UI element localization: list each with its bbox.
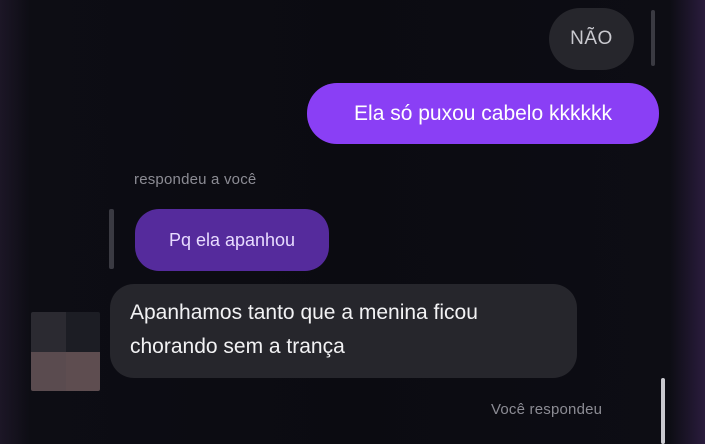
quoted-message[interactable]: Pq ela apanhou xyxy=(135,209,329,271)
sent-message[interactable]: Ela só puxou cabelo kkkkkk xyxy=(307,83,659,144)
sent-message-text: Ela só puxou cabelo kkkkkk xyxy=(354,101,612,125)
received-message-short[interactable]: NÃO xyxy=(549,8,634,70)
received-message-long-line-2: chorando sem a trança xyxy=(130,335,345,358)
reply-indicator-bar xyxy=(651,10,655,66)
quoted-reply-bar xyxy=(109,209,114,269)
received-message-short-text: NÃO xyxy=(570,28,613,49)
blurred-avatar-icon[interactable] xyxy=(31,312,100,391)
reply-indicator-bar-bottom xyxy=(661,378,665,444)
chat-thread: NÃO Ela só puxou cabelo kkkkkk respondeu… xyxy=(0,0,705,444)
quoted-message-text: Pq ela apanhou xyxy=(168,229,296,250)
received-message-long[interactable]: Apanhamos tanto que a menina ficou chora… xyxy=(110,284,577,378)
reply-status-text: Você respondeu xyxy=(491,401,603,418)
received-message-long-line-1: Apanhamos tanto que a menina ficou xyxy=(130,301,478,324)
reply-caption: respondeu a você xyxy=(134,171,257,188)
